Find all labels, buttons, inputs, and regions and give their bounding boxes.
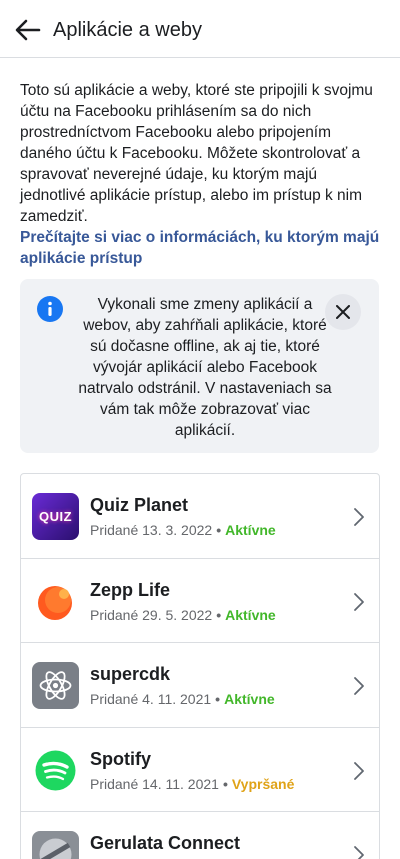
zepp-life-logo [38, 585, 72, 620]
separator-dot: • [216, 606, 222, 623]
app-meta: Pridané 4. 11. 2021 • Aktívne [90, 691, 275, 707]
app-added-date: Pridané 13. 3. 2022 [90, 522, 213, 538]
chevron-right-icon [354, 677, 364, 695]
notice-text: Vykonali sme zmeny aplikácií a webov, ab… [78, 296, 332, 439]
app-name: Zepp Life [90, 579, 170, 600]
atom-logo [39, 671, 72, 700]
app-meta: Pridané 13. 3. 2022 • Aktívne [90, 522, 276, 538]
spotify-logo [35, 750, 76, 790]
app-added-date: Pridané 29. 5. 2022 [90, 606, 213, 623]
info-notice: Vykonali sme zmeny aplikácií a webov, ab… [20, 279, 379, 453]
app-meta: Pridané 14. 11. 2021 • Vypršané [90, 776, 294, 792]
page-title: Aplikácie a weby [53, 19, 202, 41]
chevron-right-icon [354, 508, 364, 526]
header-bar: Aplikácie a weby [0, 0, 400, 58]
status-badge: Vypršané [231, 775, 295, 792]
atom-icon [32, 662, 79, 709]
status-badge: Aktívne [224, 691, 275, 707]
intro-section: Toto sú aplikácie a weby, ktoré ste prip… [20, 80, 382, 269]
chevron-right-icon [354, 761, 364, 780]
app-name: supercdk [90, 664, 171, 684]
app-row-quiz-planet[interactable]: QUIZ Quiz Planet Pridané 13. 3. 2022 • Akt… [21, 474, 379, 559]
quiz-planet-icon-label: QUIZ [38, 509, 73, 524]
zepp-life-icon [32, 577, 79, 625]
app-name: Quiz Planet [90, 495, 189, 515]
app-added-date: Pridané 14. 11. 2021 [90, 775, 219, 792]
separator-dot: • [215, 691, 221, 707]
back-button[interactable] [12, 14, 44, 46]
arrow-left-icon [15, 19, 41, 41]
close-icon [336, 305, 350, 319]
close-notice-button[interactable] [325, 294, 361, 330]
chevron-right-icon [354, 592, 364, 611]
separator-dot: • [222, 775, 228, 792]
app-row-spotify[interactable]: Spotify Pridané 14. 11. 2021 • Vypršané [21, 728, 379, 812]
intro-text: Toto sú aplikácie a weby, ktoré ste prip… [20, 82, 373, 225]
separator-dot: • [216, 522, 222, 538]
status-badge: Aktívne [225, 606, 276, 623]
chevron-right-icon [354, 846, 364, 859]
gerulata-icon [32, 831, 79, 859]
app-added-date: Pridané 4. 11. 2021 [90, 691, 212, 707]
app-row-supercdk[interactable]: supercdk Pridané 4. 11. 2021 • Aktívne [21, 643, 379, 728]
info-icon [37, 296, 63, 322]
spotify-icon [32, 746, 79, 794]
app-name: Gerulata Connect [90, 833, 241, 853]
app-row-gerulata-connect[interactable]: Gerulata Connect [21, 812, 379, 859]
status-badge: Aktívne [225, 522, 276, 538]
gerulata-logo [39, 838, 72, 859]
app-meta: Pridané 29. 5. 2022 • Aktívne [90, 607, 276, 623]
app-name: Spotify [90, 748, 151, 769]
learn-more-link[interactable]: Prečítajte si viac o informáciách, ku kt… [20, 227, 382, 269]
app-list: QUIZ Quiz Planet Pridané 13. 3. 2022 • Akt… [20, 473, 380, 859]
app-row-zepp-life[interactable]: Zepp Life Pridané 29. 5. 2022 • Aktívne [21, 559, 379, 643]
quiz-planet-icon: QUIZ [32, 493, 79, 540]
